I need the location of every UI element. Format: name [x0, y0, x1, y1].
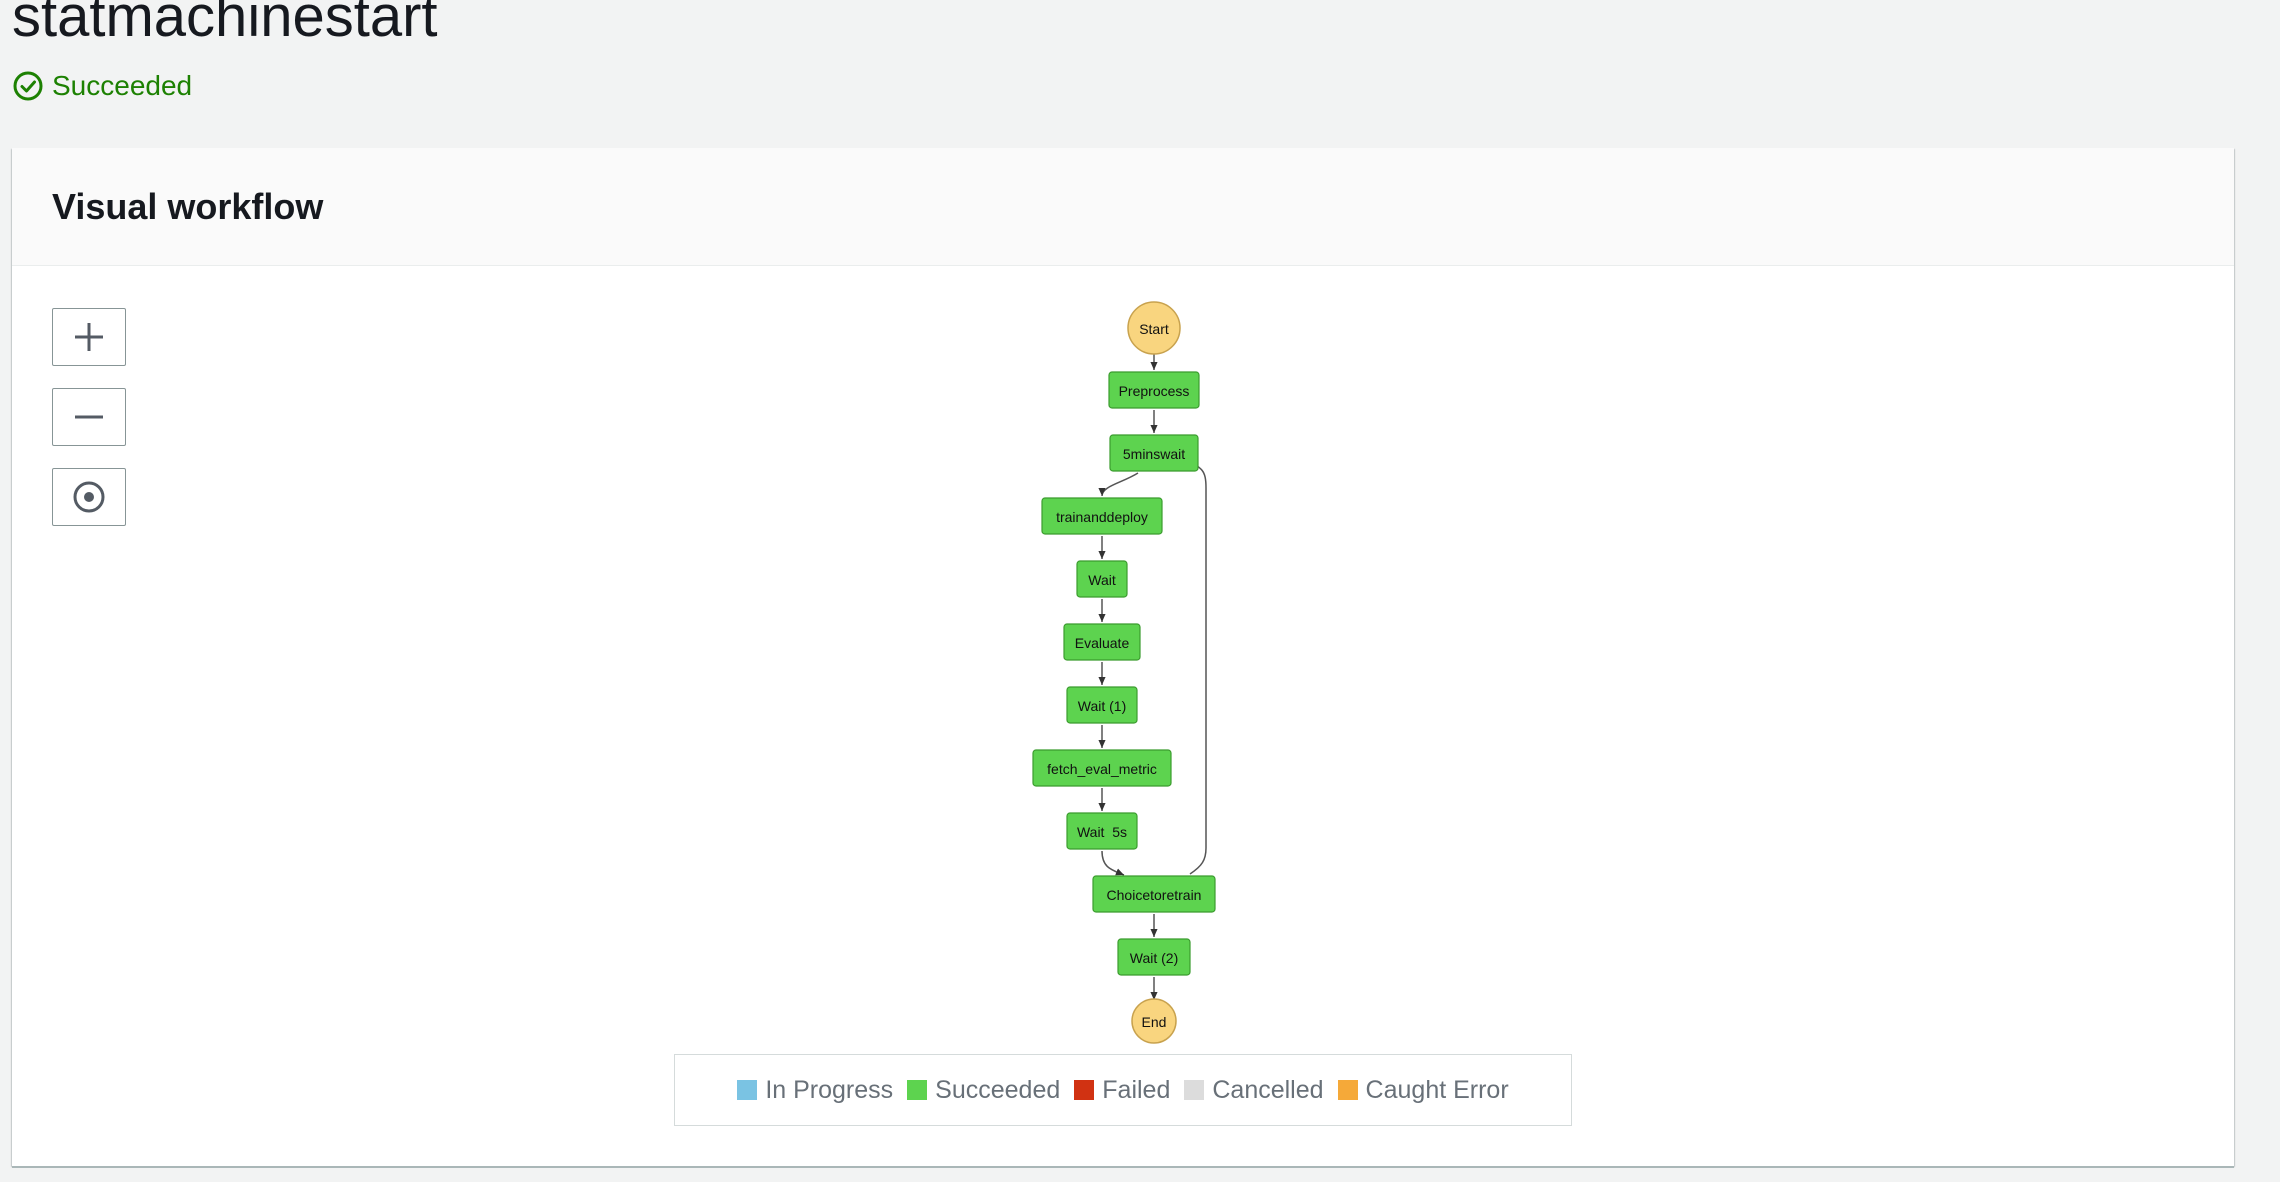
state-trainanddeploy[interactable]: trainanddeploy	[1041, 497, 1163, 535]
status-legend: In Progress Succeeded Failed Cancelled C…	[674, 1054, 1572, 1126]
legend-failed: Failed	[1074, 1076, 1170, 1105]
state-wait-5s[interactable]: Wait 5s	[1066, 812, 1138, 850]
state-label: Evaluate	[1075, 635, 1130, 651]
status-label: Succeeded	[52, 70, 193, 101]
state-label: fetch_eval_metric	[1047, 761, 1157, 777]
state-label: Wait 5s	[1077, 824, 1127, 840]
state-fetch-eval-metric[interactable]: fetch_eval_metric	[1032, 749, 1172, 787]
edge	[1101, 850, 1125, 876]
start-label: Start	[1139, 321, 1169, 337]
legend-swatch	[737, 1080, 758, 1100]
legend-in-progress: In Progress	[737, 1076, 893, 1105]
state-label: Choicetoretrain	[1107, 887, 1202, 903]
state-label: Wait	[1088, 572, 1116, 588]
execution-status: Succeeded	[12, 70, 192, 102]
state-preprocess[interactable]: Preprocess	[1108, 371, 1200, 409]
legend-label: In Progress	[765, 1075, 894, 1104]
state-wait[interactable]: Wait	[1076, 560, 1128, 598]
state-wait-2[interactable]: Wait (2)	[1117, 938, 1191, 976]
end-node[interactable]: End	[1131, 998, 1177, 1044]
start-node[interactable]: Start	[1127, 301, 1181, 355]
panel-bottom-border	[12, 1166, 2234, 1168]
state-choicetoretrain[interactable]: Choicetoretrain	[1092, 875, 1216, 913]
legend-cancelled: Cancelled	[1184, 1075, 1324, 1105]
check-circle-icon	[13, 71, 43, 101]
legend-label: Succeeded	[935, 1075, 1061, 1104]
legend-swatch	[1337, 1080, 1358, 1100]
end-label: End	[1142, 1014, 1167, 1030]
workflow-graph: Start Preprocess 5minswait trainanddeplo…	[1032, 301, 1216, 1044]
legend-label: Caught Error	[1365, 1075, 1509, 1104]
legend-swatch	[1074, 1080, 1095, 1100]
visual-workflow-panel: Visual workflow Start Preprocess 5minswa…	[12, 148, 2234, 1166]
legend-caught-error: Caught Error	[1337, 1075, 1509, 1105]
state-label: Preprocess	[1119, 383, 1190, 399]
edge	[1098, 472, 1139, 497]
edge	[1185, 459, 1207, 875]
state-wait-1[interactable]: Wait (1)	[1066, 686, 1138, 724]
state-label: 5minswait	[1123, 446, 1185, 462]
state-label: trainanddeploy	[1056, 509, 1148, 525]
legend-label: Failed	[1102, 1075, 1171, 1104]
state-label: Wait (1)	[1078, 698, 1126, 714]
legend-swatch	[907, 1080, 928, 1100]
state-5minswait[interactable]: 5minswait	[1109, 434, 1199, 472]
page-title: statmachinestart	[12, 0, 438, 49]
state-label: Wait (2)	[1130, 950, 1178, 966]
legend-succeeded: Succeeded	[907, 1076, 1060, 1105]
legend-label: Cancelled	[1212, 1075, 1324, 1104]
state-evaluate[interactable]: Evaluate	[1063, 623, 1141, 661]
legend-swatch	[1184, 1080, 1205, 1100]
